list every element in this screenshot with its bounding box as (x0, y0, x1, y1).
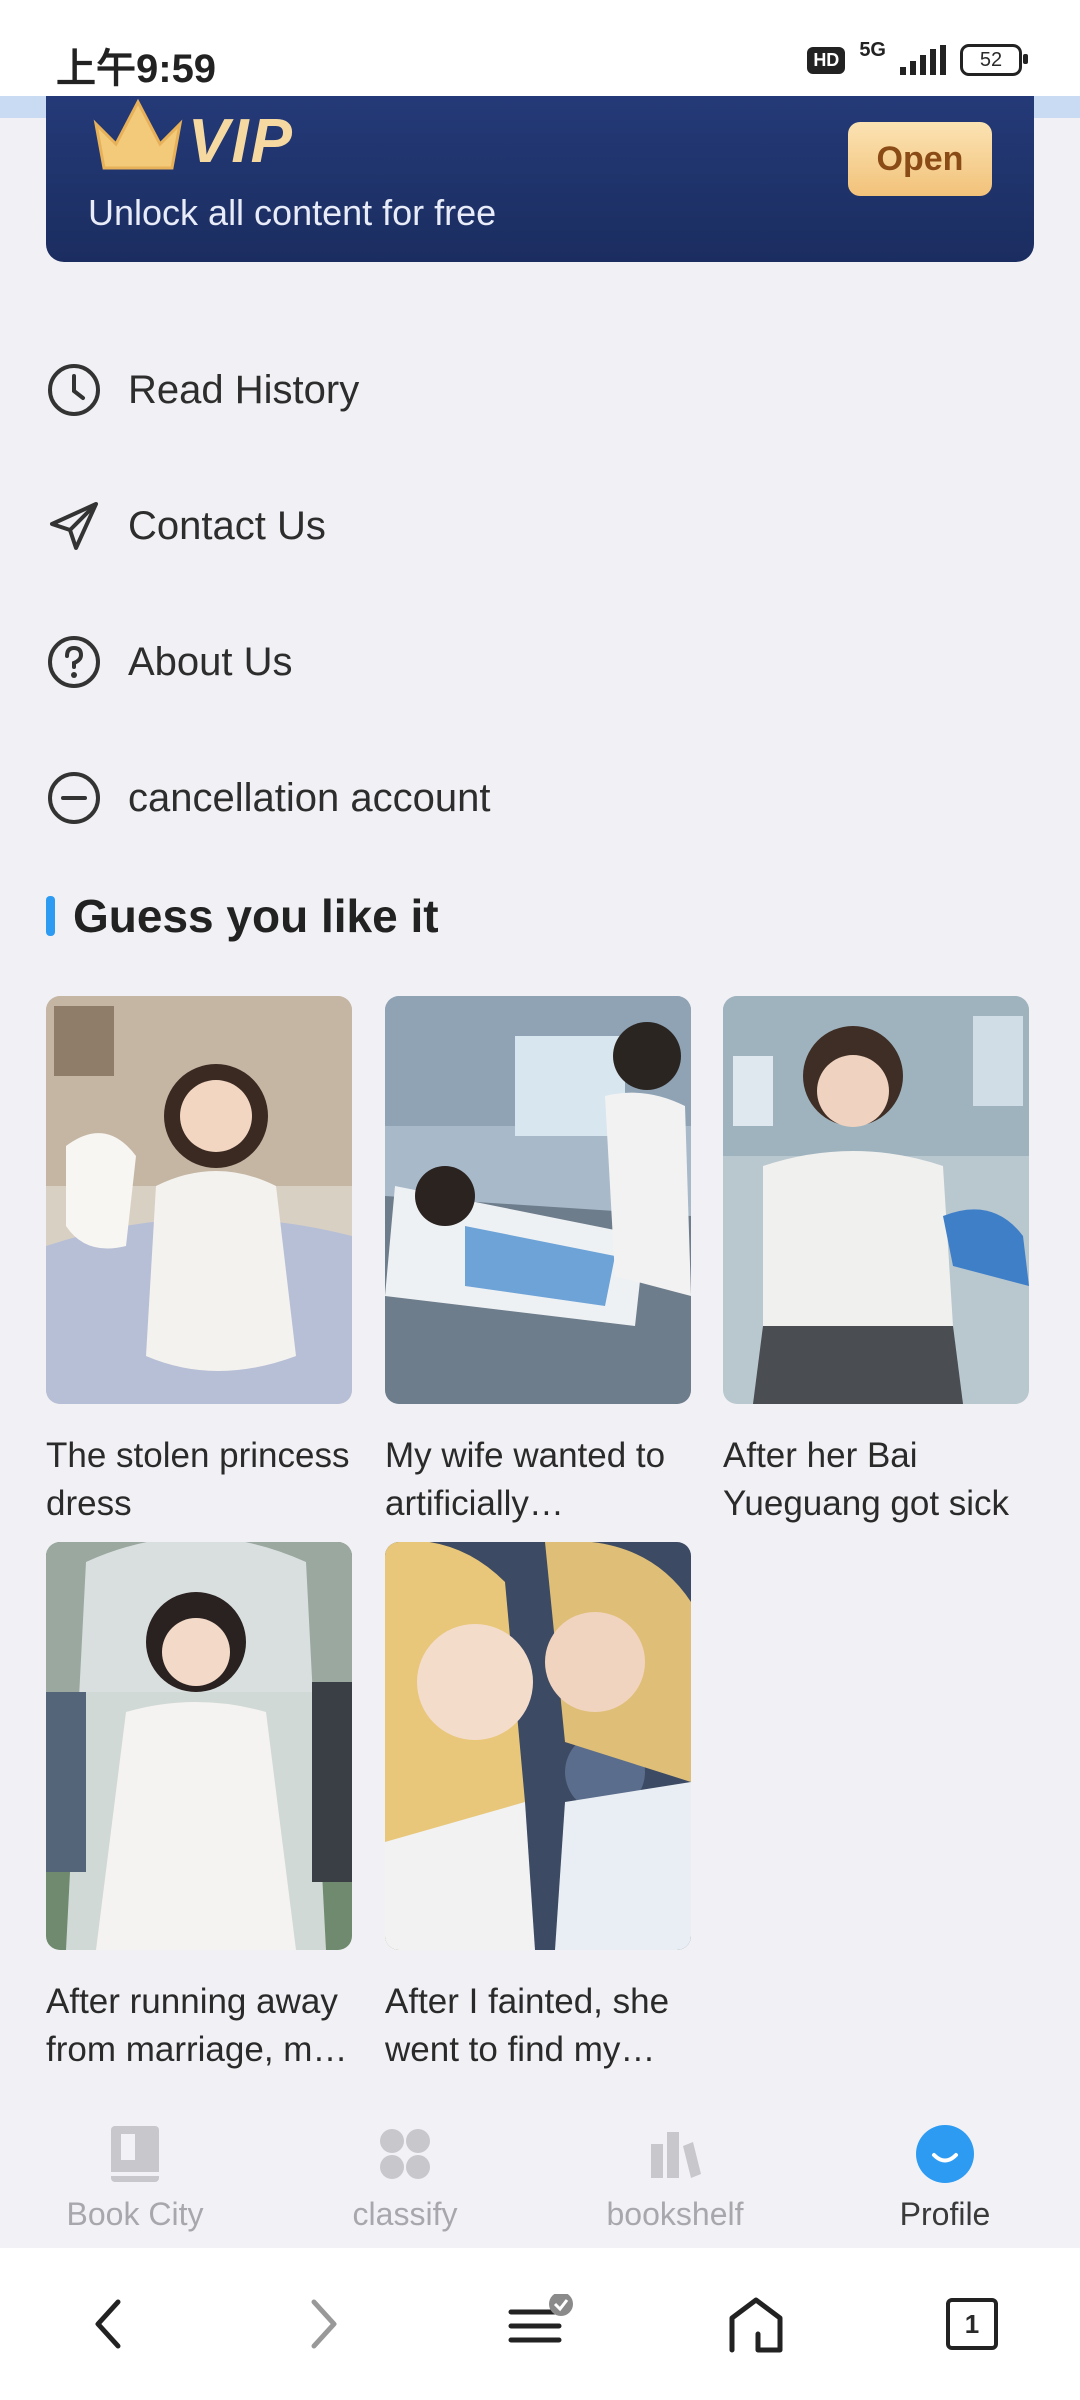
menu-item-cancellation-account[interactable]: cancellation account (46, 730, 1034, 866)
home-button[interactable] (648, 2248, 864, 2400)
clock-icon (46, 362, 102, 418)
question-circle-icon (46, 634, 102, 690)
hd-badge: HD (807, 46, 846, 74)
tab-label: Book City (66, 2196, 204, 2232)
book-title: The stolen princess dress (46, 1436, 350, 1523)
bookshelf-icon (645, 2124, 705, 2184)
chevron-left-icon (95, 2299, 121, 2349)
menu-item-read-history[interactable]: Read History (46, 322, 1034, 458)
tab-label: Profile (899, 2196, 991, 2232)
tab-label: bookshelf (606, 2196, 744, 2232)
book-cover[interactable] (723, 996, 1029, 1404)
menu-button[interactable] (432, 2248, 648, 2400)
status-time: 上午9:59 (56, 47, 217, 91)
section-title: Guess you like it (73, 890, 439, 942)
back-button[interactable] (0, 2248, 216, 2400)
network-label: 5G (859, 38, 886, 61)
signal-icon (900, 45, 946, 75)
book-card[interactable]: My wife wanted to artificially inseminat… (385, 996, 691, 1528)
vip-subtitle: Unlock all content for free (88, 192, 497, 233)
tab-profile[interactable]: Profile (810, 2110, 1080, 2248)
profile-menu: Read History Contact Us About Us cancell… (46, 322, 1034, 866)
menu-item-about-us[interactable]: About Us (46, 594, 1034, 730)
vip-open-button[interactable]: Open (848, 122, 992, 196)
profile-icon (915, 2124, 975, 2184)
book-cover[interactable] (46, 996, 352, 1404)
status-indicators: HD 5G 52 (807, 38, 1028, 80)
menu-label: About Us (128, 639, 293, 684)
book-title: After running away from marriage, my hus… (46, 1982, 338, 2069)
book-card[interactable]: After running away from marriage, my hus… (46, 1542, 352, 2074)
book-icon (105, 2124, 165, 2184)
battery-level: 52 (979, 48, 1003, 71)
tab-bookshelf[interactable]: bookshelf (540, 2110, 810, 2248)
vip-banner[interactable]: VIP Unlock all content for free Open (46, 96, 1034, 262)
menu-label: Read History (128, 367, 360, 412)
browser-nav-bar: 1 (0, 2248, 1080, 2400)
crown-icon (93, 98, 183, 170)
book-title: My wife wanted to artificially inseminat… (385, 1436, 666, 1523)
section-accent-bar (46, 896, 55, 936)
tab-book-city[interactable]: Book City (0, 2110, 270, 2248)
paper-plane-icon (46, 498, 102, 554)
menu-label: Contact Us (128, 503, 326, 548)
book-cover[interactable] (385, 996, 691, 1404)
section-header: Guess you like it (46, 884, 439, 948)
book-card[interactable]: After her Bai Yueguang got sick (723, 996, 1029, 1528)
book-cover[interactable] (385, 1542, 691, 1950)
book-cover[interactable] (46, 1542, 352, 1950)
book-title: After I fainted, she went to find my bro… (385, 1982, 670, 2069)
minus-circle-icon (46, 770, 102, 826)
home-icon (729, 2297, 783, 2353)
menu-item-contact-us[interactable]: Contact Us (46, 458, 1034, 594)
book-card[interactable]: The stolen princess dress (46, 996, 352, 1528)
book-title: After her Bai Yueguang got sick (723, 1436, 1010, 1523)
hamburger-menu-icon (508, 2294, 573, 2343)
battery-icon: 52 (960, 44, 1028, 76)
app-tab-bar: Book City classify bookshelf Profile (0, 2110, 1080, 2248)
tab-classify[interactable]: classify (270, 2110, 540, 2248)
grid-icon (375, 2124, 435, 2184)
vip-title: VIP (188, 107, 294, 176)
tabs-button[interactable]: 1 (864, 2248, 1080, 2400)
chevron-right-icon (311, 2299, 337, 2349)
menu-label: cancellation account (128, 775, 491, 820)
status-bar: 上午9:59 HD 5G 52 (0, 0, 1080, 96)
tab-label: classify (352, 2196, 458, 2232)
forward-button[interactable] (216, 2248, 432, 2400)
tabs-count-icon: 1 (946, 2298, 998, 2350)
book-card[interactable]: After I fainted, she went to find my bro… (385, 1542, 691, 2074)
